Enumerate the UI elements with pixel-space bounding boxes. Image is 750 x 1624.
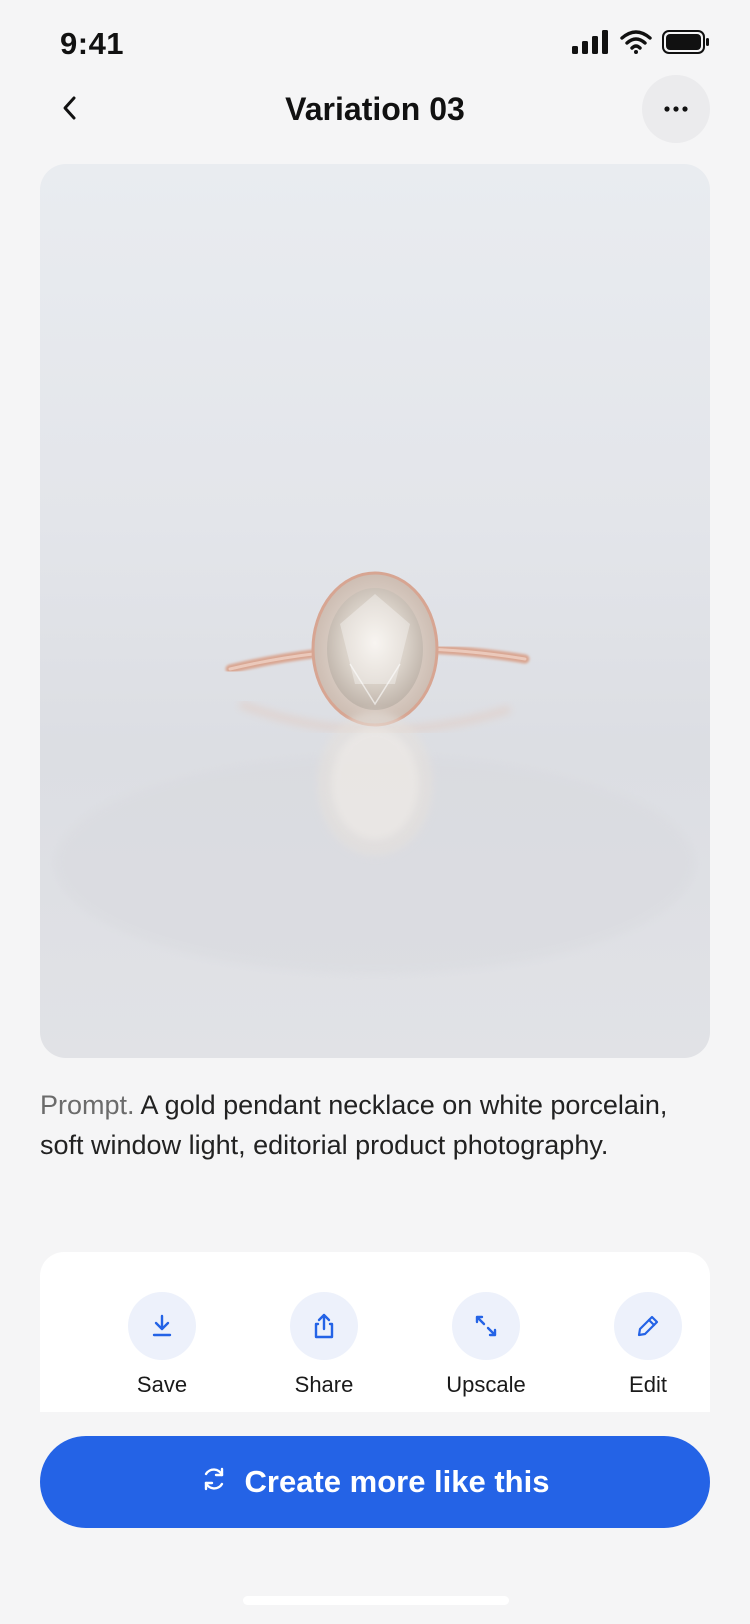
share-label: Share (294, 1372, 354, 1397)
download-icon (128, 1292, 196, 1360)
actions-card: Save Share Upscale Edit (40, 1252, 710, 1412)
pencil-icon (614, 1292, 682, 1360)
ellipsis-icon (663, 100, 689, 118)
share-button[interactable]: Share (254, 1292, 394, 1398)
nav-bar: Variation 03 (0, 75, 750, 145)
upscale-button[interactable]: Upscale (416, 1292, 556, 1398)
edit-label: Edit (629, 1372, 667, 1397)
create-more-button[interactable]: Create more like this (40, 1436, 710, 1528)
status-icons (572, 30, 710, 59)
prompt-body: A gold pendant necklace on white porcela… (40, 1090, 668, 1160)
home-indicator[interactable] (243, 1596, 509, 1605)
prompt-text: Prompt. A gold pendant necklace on white… (40, 1085, 680, 1165)
signal-icon (572, 30, 610, 59)
share-icon (290, 1292, 358, 1360)
save-button[interactable]: Save (92, 1292, 232, 1398)
status-time: 9:41 (60, 26, 125, 61)
create-more-label: Create more like this (244, 1464, 550, 1499)
save-label: Save (136, 1372, 188, 1397)
prompt-label: Prompt. (40, 1090, 135, 1120)
wifi-icon (620, 30, 652, 59)
expand-icon (452, 1292, 520, 1360)
generated-image[interactable] (40, 164, 710, 1058)
more-button[interactable] (642, 75, 710, 143)
page-title: Variation 03 (285, 91, 465, 127)
ring-illustration (55, 571, 695, 974)
battery-icon (662, 30, 710, 59)
refresh-icon (201, 1464, 227, 1500)
edit-button[interactable]: Edit (578, 1292, 718, 1398)
upscale-label: Upscale (446, 1372, 526, 1397)
